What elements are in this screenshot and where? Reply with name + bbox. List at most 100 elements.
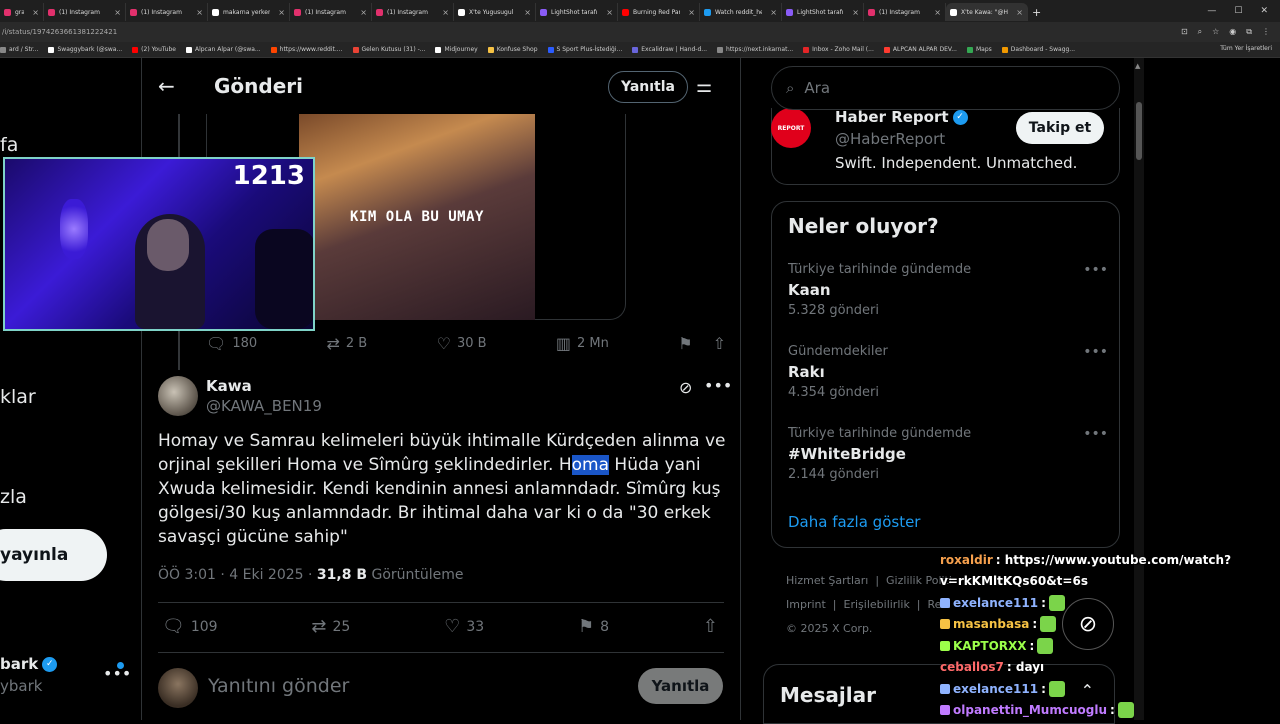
search-input[interactable]: ⌕ Ara <box>771 66 1120 110</box>
reply-input[interactable]: Yanıtını gönder <box>208 675 349 697</box>
browser-tab[interactable]: X'te Kawa: "@Ho × <box>946 3 1028 21</box>
nav-item-partial-1[interactable]: fa <box>0 134 18 156</box>
reply-button[interactable]: 🗨 109 <box>162 616 218 637</box>
tab-close-icon[interactable]: × <box>360 8 367 17</box>
post-timestamp[interactable]: ÖÖ 3:01 · 4 Eki 2025 · <box>158 567 317 583</box>
bookmark-item[interactable]: Maps <box>966 46 992 53</box>
browser-tab[interactable]: Burning Red Pari × <box>618 3 700 21</box>
show-more-link[interactable]: Daha fazla göster <box>788 513 920 531</box>
footer-accessibility-link[interactable]: Erişilebilirlik <box>844 598 910 611</box>
share-icon[interactable]: ⇧ <box>713 334 726 353</box>
scrollbar-thumb[interactable] <box>1136 102 1142 160</box>
bookmark-item[interactable]: ard / Str... <box>0 46 38 53</box>
footer-terms-link[interactable]: Hizmet Şartları <box>786 574 868 587</box>
browser-tab[interactable]: (1) Instagram × <box>864 3 946 21</box>
bookmark-button[interactable]: ⚑ 8 <box>578 616 609 637</box>
browser-tab[interactable]: makarna yerken × <box>208 3 290 21</box>
post-button[interactable]: yayınla <box>0 529 107 581</box>
bookmark-item[interactable]: S Sport Plus-İstediği... <box>547 46 622 53</box>
nav-item-partial-3[interactable]: zla <box>0 486 27 508</box>
browser-tab[interactable]: (1) Instagram × <box>126 3 208 21</box>
grok-icon[interactable]: ⊘ <box>679 378 692 397</box>
puzzle-icon[interactable]: ⧉ <box>1246 27 1252 37</box>
like-button[interactable]: ♡ 33 <box>444 616 484 637</box>
quoted-reply-button[interactable]: 🗨 180 <box>206 334 257 353</box>
bookmark-item[interactable]: (2) YouTube <box>132 46 176 53</box>
bookmark-item[interactable]: https://next.inkarnat... <box>717 46 793 53</box>
author-name[interactable]: Kawa <box>206 377 252 395</box>
nav-item-partial-2[interactable]: klar <box>0 386 36 408</box>
bookmark-item[interactable]: Swaggybark (@swa... <box>48 46 122 53</box>
browser-tab[interactable]: X'te Yugusugul × <box>454 3 536 21</box>
install-icon[interactable]: ⊡ <box>1181 27 1188 37</box>
tab-close-icon[interactable]: × <box>934 8 941 17</box>
follow-button[interactable]: Takip et <box>1016 112 1104 144</box>
reply-submit-button[interactable]: Yanıtla <box>638 668 723 704</box>
trend-item[interactable]: Türkiye tarihinde gündemde #WhiteBridge … <box>788 426 1108 482</box>
author-handle[interactable]: @KAWA_BEN19 <box>206 397 322 415</box>
share-button[interactable]: ⇧ <box>703 616 718 637</box>
tab-close-icon[interactable]: × <box>114 8 121 17</box>
bookmark-item[interactable]: Gelen Kutusu (31) -... <box>352 46 425 53</box>
bookmark-item[interactable]: Excalidraw | Hand-d... <box>632 46 707 53</box>
suggested-handle[interactable]: @HaberReport <box>835 130 945 148</box>
bookmark-item[interactable]: Konfuse Shop <box>487 46 538 53</box>
tab-close-icon[interactable]: × <box>1016 8 1023 17</box>
trend-item[interactable]: Türkiye tarihinde gündemde Kaan 5.328 gö… <box>788 262 1108 318</box>
bookmark-icon[interactable]: ⚑ <box>678 334 692 353</box>
tab-close-icon[interactable]: × <box>770 8 777 17</box>
quoted-repost-button[interactable]: ⇄ 2 B <box>327 334 368 353</box>
close-icon[interactable]: ✕ <box>1260 6 1268 16</box>
all-bookmarks-link[interactable]: Tüm Yer İşaretleri <box>1214 45 1272 52</box>
extension-icon[interactable]: ◉ <box>1229 27 1236 37</box>
zoom-icon[interactable]: ⌕ <box>1198 27 1202 37</box>
quoted-like-button[interactable]: ♡ 30 B <box>437 334 487 353</box>
menu-icon[interactable]: ⋮ <box>1262 27 1270 37</box>
address-bar[interactable]: /i/status/1974263661381222421 ⊡ ⌕ ☆ ◉ ⧉ … <box>0 22 1280 42</box>
bookmark-item[interactable]: Dashboard - Swagg... <box>1001 46 1075 53</box>
repost-button[interactable]: ⇄ 25 <box>311 616 350 637</box>
new-tab-button[interactable]: + <box>1028 3 1045 21</box>
browser-tab[interactable]: (1) Instagram × <box>44 3 126 21</box>
trend-more-icon[interactable]: ••• <box>1083 262 1108 278</box>
quoted-media-image[interactable]: KIM OLA BU UMAY <box>299 114 535 320</box>
suggested-name[interactable]: Haber Report ✓ <box>835 108 968 126</box>
footer-imprint-link[interactable]: Imprint <box>786 598 826 611</box>
tab-close-icon[interactable]: × <box>852 8 859 17</box>
tab-close-icon[interactable]: × <box>442 8 449 17</box>
trend-item[interactable]: Gündemdekiler Rakı 4.354 gönderi ••• <box>788 344 1108 400</box>
more-options-icon[interactable]: ••• <box>704 376 732 395</box>
tab-close-icon[interactable]: × <box>606 8 613 17</box>
star-icon[interactable]: ☆ <box>1212 27 1219 37</box>
header-reply-button[interactable]: Yanıtla <box>608 71 688 103</box>
browser-tab[interactable]: (1) Instagram × <box>290 3 372 21</box>
account-name[interactable]: bark ✓ <box>0 655 58 673</box>
tab-close-icon[interactable]: × <box>688 8 695 17</box>
browser-tab[interactable]: (1) Instagram × <box>372 3 454 21</box>
quoted-views-button[interactable]: ▥ 2 Mn <box>556 334 609 353</box>
url-text[interactable]: /i/status/1974263661381222421 <box>0 28 1181 36</box>
tab-close-icon[interactable]: × <box>524 8 531 17</box>
bookmark-item[interactable]: Alpcan Alpar (@swa... <box>185 46 261 53</box>
trend-more-icon[interactable]: ••• <box>1083 426 1108 442</box>
browser-tab[interactable]: gram × <box>0 3 44 21</box>
tab-close-icon[interactable]: × <box>32 8 39 17</box>
trend-more-icon[interactable]: ••• <box>1083 344 1108 360</box>
bookmark-item[interactable]: Inbox - Zoho Mail (... <box>803 46 874 53</box>
user-avatar[interactable] <box>158 668 198 708</box>
settings-sliders-icon[interactable]: ⚌ <box>696 76 712 97</box>
maximize-icon[interactable]: ☐ <box>1234 6 1242 16</box>
bookmark-item[interactable]: ALPCAN ALPAR DEV... <box>883 46 957 53</box>
bookmark-item[interactable]: https://www.reddit.... <box>270 46 343 53</box>
tab-close-icon[interactable]: × <box>278 8 285 17</box>
tab-close-icon[interactable]: × <box>196 8 203 17</box>
browser-tab[interactable]: Watch reddit_he × <box>700 3 782 21</box>
browser-tab[interactable]: LightShot tarafın × <box>536 3 618 21</box>
minimize-icon[interactable]: — <box>1207 6 1216 16</box>
back-arrow-icon[interactable]: ← <box>158 74 175 98</box>
author-avatar[interactable] <box>158 376 198 416</box>
scroll-up-icon[interactable]: ▲ <box>1135 62 1140 70</box>
haber-report-avatar[interactable]: REPORT <box>771 108 811 148</box>
browser-tab[interactable]: LightShot tarafın × <box>782 3 864 21</box>
bookmark-item[interactable]: Midjourney <box>435 46 478 53</box>
